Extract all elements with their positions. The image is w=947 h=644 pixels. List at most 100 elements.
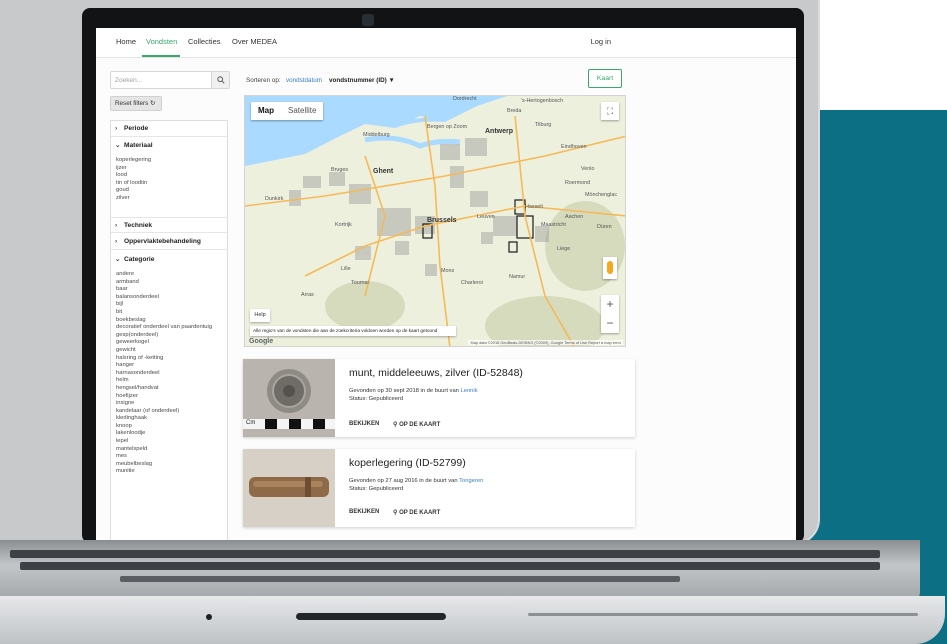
list-item[interactable]: insigne (116, 400, 212, 408)
facet-categorie-label: Categorie (124, 256, 155, 263)
list-item[interactable]: knoop (116, 423, 212, 431)
filter-sidebar: › Periode ⌄ Materiaal koperlegering ijzer … (110, 120, 228, 540)
map-label: Dunkirk (265, 196, 284, 202)
nav-collecties[interactable]: Collecties (188, 37, 221, 46)
nav-over-medea[interactable]: Over MEDEA (232, 37, 277, 46)
zoom-in-icon[interactable]: + (601, 295, 619, 314)
list-item[interactable]: gewicht (116, 347, 212, 355)
nav-vondsten[interactable]: Vondsten (146, 37, 177, 46)
map-label: Bergen op Zoom (427, 124, 468, 130)
list-item[interactable]: kandelaar (of onderdeel) (116, 408, 212, 416)
found-text: Gevonden op 27 aug 2016 in de buurt van (349, 478, 460, 484)
result-found-line: Gevonden op 30 sept 2018 in de buurt van… (349, 388, 478, 394)
list-item[interactable]: hanger (116, 362, 212, 370)
map-label: Leuven (477, 214, 495, 220)
list-item[interactable]: baar (116, 286, 212, 294)
list-item[interactable]: lepel (116, 438, 212, 446)
list-item[interactable]: hengsel/handvat (116, 385, 212, 393)
result-title[interactable]: koperlegering (ID-52799) (349, 457, 466, 469)
list-item[interactable]: meubelbeslag (116, 461, 212, 469)
search-button[interactable] (211, 72, 229, 88)
map-type-map[interactable]: Map (251, 102, 281, 120)
map-label: Maastricht (541, 222, 566, 228)
place-link[interactable]: Tongeren (459, 478, 483, 484)
map-label: Arras (301, 292, 314, 298)
map-label: Dordrecht (453, 96, 477, 102)
map-label: Mönchenglac (585, 192, 618, 198)
list-item[interactable]: mes (116, 453, 212, 461)
map-label: Kortrijk (335, 222, 352, 228)
list-item[interactable]: decoratief onderdeel van paardentuig (116, 324, 212, 332)
sort-option-vondstnummer[interactable]: vondstnummer (ID) ▼ (329, 77, 395, 84)
map-label: Liege (557, 246, 571, 252)
nav-home[interactable]: Home (116, 37, 136, 46)
sort-label: Sorteren op: (246, 77, 281, 84)
chevron-down-icon: ⌄ (115, 256, 121, 263)
search-input[interactable] (115, 75, 205, 86)
map-label: 's-Hertogenbosch (521, 98, 564, 104)
list-item[interactable]: munitie (116, 468, 212, 476)
zoom-control: + − (601, 295, 619, 333)
list-item[interactable]: geweerkogel (116, 339, 212, 347)
list-item[interactable]: mantelspeld (116, 446, 212, 454)
pegman-icon[interactable] (603, 257, 617, 279)
list-item[interactable]: lakenloodje (116, 430, 212, 438)
categorie-list: andere armband baar balansonderdeel bijl… (116, 271, 212, 476)
map-label: Ghent (373, 168, 394, 175)
laptop-base (0, 596, 945, 644)
list-item[interactable]: goud (116, 187, 151, 195)
map-credit: Map data ©2018 GeoBasis-DE/BKG (©2009), … (468, 340, 623, 345)
chevron-right-icon: › (115, 222, 118, 229)
list-item[interactable]: balansonderdeel (116, 294, 212, 302)
list-item[interactable]: tin of loodtin (116, 180, 151, 188)
map-label: Bruges (331, 167, 349, 173)
map-label: Brussels (427, 217, 457, 224)
on-map-button[interactable]: ⚲ OP DE KAART (393, 509, 440, 516)
view-button[interactable]: BEKIJKEN (349, 421, 379, 427)
list-item[interactable]: kledinghaak (116, 415, 212, 423)
base-groove (528, 613, 918, 616)
facet-materiaal[interactable]: ⌄ Materiaal (111, 138, 227, 154)
result-card[interactable]: koperlegering (ID-52799) Gevonden op 27 … (243, 449, 635, 527)
login-link[interactable]: Log in (591, 37, 611, 46)
view-button[interactable]: BEKIJKEN (349, 509, 379, 515)
facet-materiaal-label: Materiaal (124, 142, 153, 149)
list-item[interactable]: boekbeslag (116, 317, 212, 325)
list-item[interactable]: gesp(onderdeel) (116, 332, 212, 340)
list-item[interactable]: armband (116, 279, 212, 287)
sort-option-vondstdatum[interactable]: vondstdatum (286, 77, 322, 84)
chevron-right-icon: › (115, 238, 118, 245)
result-card[interactable]: Cm munt, middeleeuws, zilver (ID-52848) … (243, 359, 635, 437)
kaart-button[interactable]: Kaart (588, 69, 622, 88)
facet-techniek[interactable]: › Techniek (111, 217, 227, 233)
results-map[interactable]: Antwerp Ghent Brussels Bruges Liege Maas… (244, 95, 626, 347)
list-item[interactable]: andere (116, 271, 212, 279)
list-item[interactable]: bit (116, 309, 212, 317)
list-item[interactable]: harnasonderdeel (116, 370, 212, 378)
result-title[interactable]: munt, middeleeuws, zilver (ID-52848) (349, 367, 523, 379)
list-item[interactable]: helm (116, 377, 212, 385)
list-item[interactable]: koperlegering (116, 157, 151, 165)
map-type-satellite[interactable]: Satellite (281, 102, 323, 120)
google-logo: Google (249, 338, 274, 345)
list-item[interactable]: lood (116, 172, 151, 180)
fullscreen-icon[interactable]: ⛶ (601, 102, 619, 120)
list-item[interactable]: halsring of -ketting (116, 355, 212, 363)
map-label: Aachen (565, 214, 584, 220)
list-item[interactable]: bijl (116, 301, 212, 309)
keyboard-row (20, 562, 880, 570)
facet-periode[interactable]: › Periode (111, 121, 227, 137)
facet-categorie[interactable]: ⌄ Categorie (111, 252, 227, 268)
list-item[interactable]: ijzer (116, 165, 151, 173)
reset-filters-button[interactable]: Reset filters ↻ (110, 96, 162, 111)
map-help-button[interactable]: Help (250, 309, 270, 322)
map-label: Mons (441, 268, 455, 274)
on-map-button[interactable]: ⚲ OP DE KAART (393, 421, 440, 428)
list-item[interactable]: hoefijzer (116, 393, 212, 401)
zoom-out-icon[interactable]: − (601, 314, 619, 333)
place-link[interactable]: Lennik (461, 388, 478, 394)
search-box (110, 71, 230, 89)
browser-screen: Home Vondsten Collecties Over MEDEA Log … (96, 28, 796, 540)
facet-oppervlaktebehandeling[interactable]: › Oppervlaktebehandeling (111, 234, 227, 250)
list-item[interactable]: zilver (116, 195, 151, 203)
